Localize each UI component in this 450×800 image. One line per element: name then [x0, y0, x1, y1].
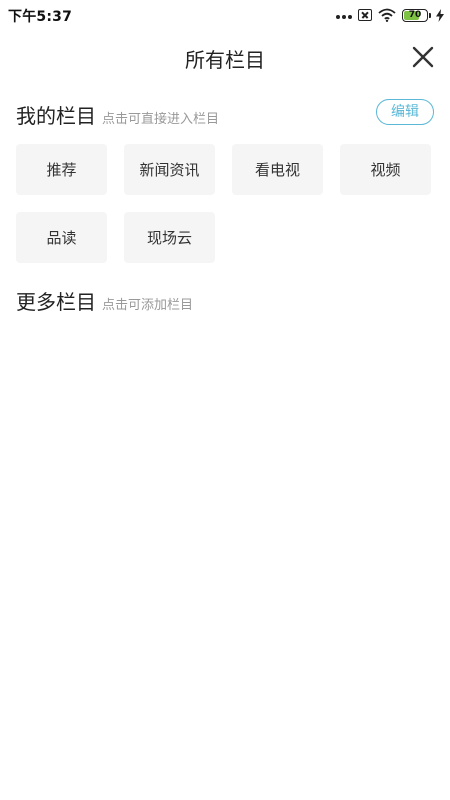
status-time: 下午5:37 — [8, 9, 73, 25]
more-channels-header: 更多栏目 点击可添加栏目 — [16, 286, 193, 315]
status-bar: 下午5:37 70 — [0, 0, 450, 30]
channel-item[interactable]: 新闻资讯 — [124, 144, 215, 195]
close-icon[interactable] — [410, 44, 436, 70]
status-icons: 70 — [336, 6, 444, 24]
header: 所有栏目 — [0, 36, 450, 80]
my-channels-header: 我的栏目 点击可直接进入栏目 — [16, 100, 219, 129]
my-channels-title: 我的栏目 — [16, 104, 96, 128]
channel-item[interactable]: 现场云 — [124, 212, 215, 263]
channel-item[interactable]: 视频 — [340, 144, 431, 195]
battery-level: 70 — [408, 9, 422, 20]
page-title: 所有栏目 — [185, 48, 265, 72]
channel-item[interactable]: 看电视 — [232, 144, 323, 195]
close-button[interactable] — [410, 44, 436, 70]
wifi-icon — [378, 8, 396, 22]
no-sim-icon — [358, 9, 372, 21]
channel-item[interactable]: 推荐 — [16, 144, 107, 195]
my-channels-grid: 推荐 新闻资讯 看电视 视频 品读 现场云 — [16, 144, 436, 263]
my-channels-hint: 点击可直接进入栏目 — [102, 112, 220, 127]
more-dots-icon — [336, 15, 352, 19]
charging-bolt-icon — [436, 8, 444, 22]
battery-icon: 70 — [402, 8, 431, 22]
more-channels-title: 更多栏目 — [16, 290, 96, 314]
channel-item[interactable]: 品读 — [16, 212, 107, 263]
more-channels-hint: 点击可添加栏目 — [102, 298, 194, 313]
edit-button[interactable]: 编辑 — [376, 99, 434, 125]
